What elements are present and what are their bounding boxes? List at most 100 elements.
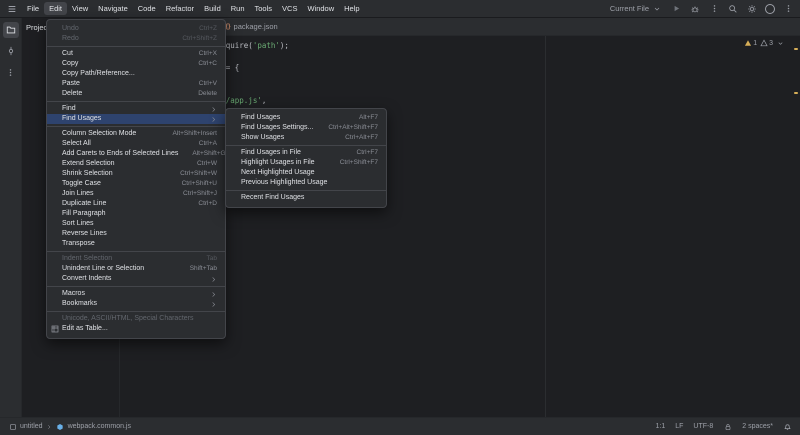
main-menu-icon[interactable] — [4, 2, 20, 15]
menubar-item-edit[interactable]: Edit — [44, 2, 67, 15]
menu-item-shortcut: Ctrl+Shift+W — [166, 169, 217, 179]
code-token: 'path' — [253, 41, 280, 50]
debug-button[interactable] — [689, 3, 701, 15]
project-tool-window-button[interactable] — [3, 22, 19, 38]
inspections-widget[interactable]: 1 3 — [744, 39, 784, 47]
weak-warnings-indicator[interactable]: 3 — [760, 39, 773, 47]
edit-menu-item-find-usages[interactable]: Find Usages — [47, 114, 225, 124]
find-usages-menu-item-highlight-usages-in-file[interactable]: Highlight Usages in FileCtrl+Shift+F7 — [226, 158, 386, 168]
edit-menu-item-transpose[interactable]: Transpose — [47, 239, 225, 249]
line-ending[interactable]: LF — [675, 423, 683, 430]
menubar-item-navigate[interactable]: Navigate — [93, 2, 133, 15]
menubar-item-help[interactable]: Help — [339, 2, 364, 15]
menubar-item-tools[interactable]: Tools — [250, 2, 278, 15]
edit-menu-item-copy-path-reference[interactable]: Copy Path/Reference... — [47, 69, 225, 79]
notifications-bell-icon[interactable] — [783, 422, 792, 431]
menu-item-label: Find Usages — [241, 113, 280, 123]
menubar-item-run[interactable]: Run — [226, 2, 250, 15]
edit-menu-item-edit-as-table[interactable]: Edit as Table... — [47, 324, 225, 334]
window-options-icon[interactable] — [782, 3, 794, 15]
menu-item-label: Copy Path/Reference... — [62, 69, 135, 79]
caret-position[interactable]: 1:1 — [656, 423, 666, 430]
strip-more-icon[interactable] — [3, 64, 19, 80]
submenu-arrow-icon — [196, 291, 217, 298]
more-actions-icon[interactable] — [708, 3, 720, 15]
edit-menu-item-sort-lines[interactable]: Sort Lines — [47, 219, 225, 229]
find-usages-menu-item-find-usages-in-file[interactable]: Find Usages in FileCtrl+F7 — [226, 148, 386, 158]
find-usages-menu-item-show-usages[interactable]: Show UsagesCtrl+Alt+F7 — [226, 133, 386, 143]
breadcrumb-project[interactable]: untitled — [20, 423, 43, 430]
run-configuration-selector[interactable]: Current File — [610, 3, 663, 15]
find-usages-menu-item-previous-highlighted-usage[interactable]: Previous Highlighted Usage — [226, 178, 386, 188]
edit-menu-item-indent-selection[interactable]: Indent SelectionTab — [47, 254, 225, 264]
settings-gear-icon[interactable] — [746, 3, 758, 15]
menubar-item-window[interactable]: Window — [302, 2, 339, 15]
submenu-arrow-icon — [196, 301, 217, 308]
warnings-indicator[interactable]: 1 — [744, 39, 757, 47]
edit-menu-item-bookmarks[interactable]: Bookmarks — [47, 299, 225, 309]
right-margin-guide — [545, 36, 546, 417]
edit-menu-item-fill-paragraph[interactable]: Fill Paragraph — [47, 209, 225, 219]
edit-menu-item-reverse-lines[interactable]: Reverse Lines — [47, 229, 225, 239]
breadcrumb-file[interactable]: webpack.common.js — [68, 423, 131, 430]
edit-menu-item-unindent-line-or-selection[interactable]: Unindent Line or SelectionShift+Tab — [47, 264, 225, 274]
menu-item-label: Next Highlighted Usage — [241, 168, 315, 178]
edit-menu-item-column-selection-mode[interactable]: Column Selection ModeAlt+Shift+Insert — [47, 129, 225, 139]
menu-item-label: Bookmarks — [62, 299, 97, 309]
menubar-item-code[interactable]: Code — [133, 2, 161, 15]
edit-menu-item-paste[interactable]: PasteCtrl+V — [47, 79, 225, 89]
edit-menu-item-cut[interactable]: CutCtrl+X — [47, 49, 225, 59]
code-line[interactable]: entry: './src/app.js', — [158, 95, 792, 106]
file-encoding[interactable]: UTF-8 — [693, 423, 713, 430]
edit-menu-item-duplicate-line[interactable]: Duplicate LineCtrl+D — [47, 199, 225, 209]
edit-menu-item-select-all[interactable]: Select AllCtrl+A — [47, 139, 225, 149]
run-button[interactable] — [670, 3, 682, 15]
menubar-item-vcs[interactable]: VCS — [277, 2, 302, 15]
edit-menu-item-shrink-selection[interactable]: Shrink SelectionCtrl+Shift+W — [47, 169, 225, 179]
edit-menu-item-copy[interactable]: CopyCtrl+C — [47, 59, 225, 69]
profile-avatar[interactable] — [765, 4, 775, 14]
edit-menu-item-find[interactable]: Find — [47, 104, 225, 114]
chevron-down-icon — [651, 3, 663, 15]
menu-bar: FileEditViewNavigateCodeRefactorBuildRun… — [22, 0, 365, 17]
edit-menu-separator — [47, 286, 225, 287]
tab-label: package.json — [234, 22, 278, 31]
editor-tab-package-json[interactable]: {}package.json — [216, 18, 286, 35]
menubar-item-file[interactable]: File — [22, 2, 44, 15]
error-stripe-mark[interactable] — [794, 48, 798, 50]
search-everywhere-icon[interactable] — [727, 3, 739, 15]
edit-menu-item-extend-selection[interactable]: Extend SelectionCtrl+W — [47, 159, 225, 169]
find-usages-menu-item-find-usages[interactable]: Find UsagesAlt+F7 — [226, 113, 386, 123]
menubar-item-view[interactable]: View — [67, 2, 93, 15]
find-usages-menu-item-next-highlighted-usage[interactable]: Next Highlighted Usage — [226, 168, 386, 178]
lock-icon[interactable] — [723, 422, 732, 431]
commit-tool-window-button[interactable] — [3, 43, 19, 59]
find-usages-menu-item-find-usages-settings[interactable]: Find Usages Settings...Ctrl+Alt+Shift+F7 — [226, 123, 386, 133]
menu-item-label: Find Usages — [62, 114, 101, 124]
edit-menu-item-toggle-case[interactable]: Toggle CaseCtrl+Shift+U — [47, 179, 225, 189]
edit-menu-item-unicode-ascii-html-special-characters[interactable]: Unicode, ASCII/HTML, Special Characters — [47, 314, 225, 324]
menu-item-label: Find — [62, 104, 76, 114]
indent-setting[interactable]: 2 spaces* — [742, 423, 773, 430]
code-content[interactable]: const path = require('path'); module.expo… — [158, 36, 792, 117]
code-line[interactable] — [158, 73, 792, 84]
menu-item-label: Join Lines — [62, 189, 94, 199]
code-line[interactable]: module.exports = { — [158, 62, 792, 73]
edit-menu-item-macros[interactable]: Macros — [47, 289, 225, 299]
edit-menu-item-delete[interactable]: DeleteDelete — [47, 89, 225, 99]
menu-item-label: Find Usages in File — [241, 148, 301, 158]
find-usages-menu-item-recent-find-usages[interactable]: Recent Find Usages — [226, 193, 386, 203]
submenu-arrow-icon — [196, 276, 217, 283]
error-stripe-mark[interactable] — [794, 92, 798, 94]
edit-menu-item-redo[interactable]: RedoCtrl+Shift+Z — [47, 34, 225, 44]
edit-menu-item-add-carets-to-ends-of-selected-lines[interactable]: Add Carets to Ends of Selected LinesAlt+… — [47, 149, 225, 159]
code-line[interactable] — [158, 51, 792, 62]
edit-menu-item-join-lines[interactable]: Join LinesCtrl+Shift+J — [47, 189, 225, 199]
menu-item-label: Previous Highlighted Usage — [241, 178, 327, 188]
code-line[interactable] — [158, 84, 792, 95]
menubar-item-refactor[interactable]: Refactor — [161, 2, 199, 15]
code-line[interactable]: const path = require('path'); — [158, 40, 792, 51]
edit-menu-item-convert-indents[interactable]: Convert Indents — [47, 274, 225, 284]
edit-menu-item-undo[interactable]: UndoCtrl+Z — [47, 24, 225, 34]
menubar-item-build[interactable]: Build — [199, 2, 226, 15]
